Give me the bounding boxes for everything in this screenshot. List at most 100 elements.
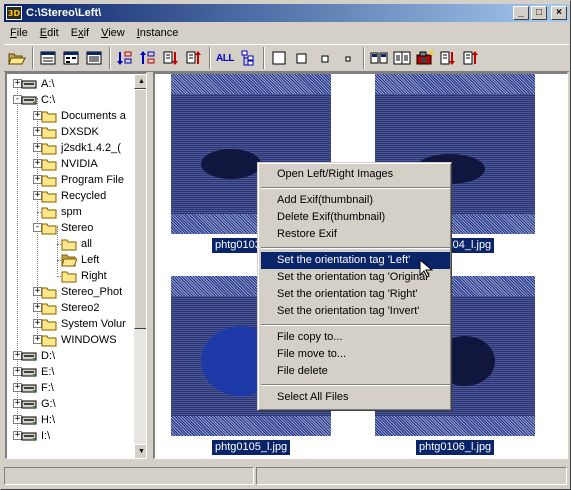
compare-button[interactable]: [368, 47, 390, 69]
menu-item-add-exif[interactable]: Add Exif(thumbnail): [261, 192, 450, 209]
tree-item[interactable]: C:\: [21, 92, 56, 108]
menu-item-delete-exif[interactable]: Delete Exif(thumbnail): [261, 209, 450, 226]
menu-file[interactable]: File: [4, 27, 34, 39]
menu-item-file-move[interactable]: File move to...: [261, 346, 450, 363]
menu-item-orientation-invert[interactable]: Set the orientation tag 'Invert': [261, 303, 450, 320]
menu-item-select-all[interactable]: Select All Files: [261, 389, 450, 406]
floppy-drive-icon: [21, 80, 37, 89]
size-large-button[interactable]: [268, 47, 290, 69]
sort-down-button[interactable]: [160, 47, 182, 69]
menu-separator: [261, 247, 450, 249]
view-report-button[interactable]: [83, 47, 105, 69]
tree-item-label: F:\: [41, 382, 54, 394]
toolbar: ALL: [4, 44, 569, 72]
tree-item[interactable]: E:\: [21, 364, 55, 380]
maximize-button[interactable]: □: [531, 6, 547, 20]
scroll-thumb[interactable]: [134, 89, 146, 329]
tree-button[interactable]: [237, 47, 259, 69]
tree-item-label: Documents a: [61, 110, 126, 122]
tree-item[interactable]: A:\: [21, 76, 55, 92]
tree-item[interactable]: H:\: [21, 412, 56, 428]
minimize-button[interactable]: _: [513, 6, 529, 20]
tree-item[interactable]: Stereo2: [41, 300, 101, 316]
sort-up-button[interactable]: [183, 47, 205, 69]
open-folder-button[interactable]: [6, 47, 28, 69]
scroll-up-button[interactable]: ▲: [134, 74, 146, 89]
tree-item[interactable]: Stereo: [41, 220, 94, 236]
tree-item[interactable]: Left: [61, 252, 100, 268]
menu-exif[interactable]: Exif: [65, 27, 95, 39]
tree-item[interactable]: F:\: [21, 380, 55, 396]
tree-item[interactable]: WINDOWS: [41, 332, 118, 348]
tree-item[interactable]: Documents a: [41, 108, 127, 124]
menu-bar: File Edit Exif View Instance: [4, 23, 569, 42]
folder-icon: [41, 287, 57, 299]
tree-item-label: Stereo_Phot: [61, 286, 123, 298]
tree-item-label: C:\: [41, 94, 56, 106]
size-small-button[interactable]: [314, 47, 336, 69]
import-icon: [463, 51, 478, 65]
export-button[interactable]: [437, 47, 459, 69]
thumbnail-caption-3[interactable]: phtg0105_l.jpg: [212, 440, 291, 455]
sort-az-button[interactable]: [114, 47, 136, 69]
menu-item-file-copy[interactable]: File copy to...: [261, 329, 450, 346]
thumbnail-caption-4[interactable]: phtg0106_l.jpg: [416, 440, 495, 455]
tree-item[interactable]: System Volur: [41, 316, 127, 332]
size-tiny-button[interactable]: [337, 47, 359, 69]
menu-view[interactable]: View: [95, 27, 131, 39]
tree-item[interactable]: I:\: [21, 428, 51, 444]
tree-item-label: spm: [61, 206, 82, 218]
close-button[interactable]: ×: [551, 6, 567, 20]
menu-item-restore-exif[interactable]: Restore Exif: [261, 226, 450, 243]
tree-item-label: j2sdk1.4.2_(: [61, 142, 121, 154]
tree-item[interactable]: G:\: [21, 396, 57, 412]
camera-button[interactable]: [414, 47, 436, 69]
folder-icon: [41, 111, 57, 123]
stereo-button[interactable]: [391, 47, 413, 69]
menu-item-open-left-right[interactable]: Open Left/Right Images: [261, 166, 450, 183]
tree-item[interactable]: Program File: [41, 172, 125, 188]
tree-item[interactable]: D:\: [21, 348, 56, 364]
window-title: C:\Stereo\Left\: [26, 7, 102, 19]
all-icon: ALL: [216, 52, 234, 64]
size-tiny-icon: [345, 56, 351, 62]
all-button[interactable]: ALL: [214, 47, 236, 69]
tree-item[interactable]: Right: [61, 268, 108, 284]
folder-icon: [41, 207, 57, 219]
tree-vertical-scrollbar[interactable]: ▲ ▼: [134, 74, 146, 458]
tree-item[interactable]: Stereo_Phot: [41, 284, 123, 300]
sort-date-button[interactable]: [137, 47, 159, 69]
tree-item[interactable]: DXSDK: [41, 124, 100, 140]
folder-icon: [61, 271, 77, 283]
view-details-button[interactable]: [37, 47, 59, 69]
tree-item-label: all: [81, 238, 93, 250]
open-folder-icon: [61, 254, 77, 267]
tree-item-label: Recycled: [61, 190, 107, 202]
sort-up-icon: [186, 51, 201, 64]
toolbar-separator: [363, 47, 365, 69]
folder-icon: [41, 159, 57, 171]
sort-date-icon: [140, 51, 155, 64]
hard-drive-icon: [21, 400, 37, 409]
thumbnail-subject: [201, 149, 261, 179]
view-list-button[interactable]: [60, 47, 82, 69]
menu-instance[interactable]: Instance: [131, 27, 185, 39]
tree-item-label: D:\: [41, 350, 56, 362]
size-small-icon: [321, 55, 329, 63]
tree-item[interactable]: Recycled: [41, 188, 107, 204]
size-medium-button[interactable]: [291, 47, 313, 69]
title-bar[interactable]: 3D C:\Stereo\Left\ _ □ ×: [4, 4, 569, 22]
menu-item-file-delete[interactable]: File delete: [261, 363, 450, 380]
scroll-down-button[interactable]: ▼: [134, 444, 146, 458]
import-button[interactable]: [460, 47, 482, 69]
menu-edit[interactable]: Edit: [34, 27, 65, 39]
tree-item[interactable]: all: [61, 236, 93, 252]
tree-item[interactable]: spm: [41, 204, 83, 220]
tree-item[interactable]: j2sdk1.4.2_(: [41, 140, 122, 156]
folder-icon: [41, 335, 57, 347]
folder-tree[interactable]: + A:\ - C:\ + Documents a + DXSDK + j2sdk1.4.2_(+…: [5, 72, 147, 459]
tree-item[interactable]: NVIDIA: [41, 156, 99, 172]
export-icon: [440, 51, 455, 65]
menu-item-orientation-right[interactable]: Set the orientation tag 'Right': [261, 286, 450, 303]
app-icon[interactable]: 3D: [6, 6, 22, 20]
